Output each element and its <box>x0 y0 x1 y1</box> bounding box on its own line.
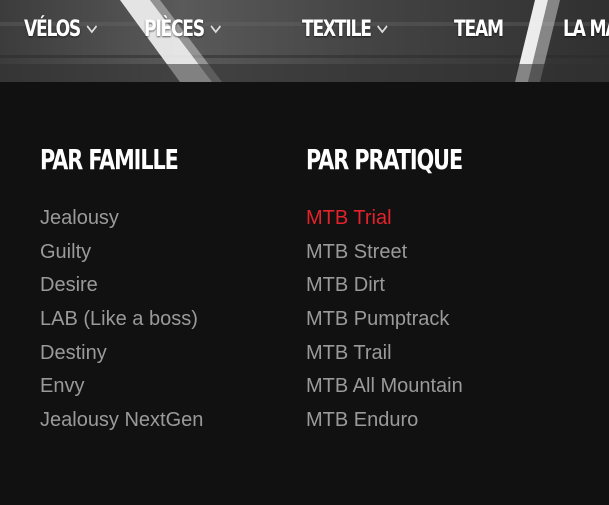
nav-item-pieces[interactable]: PIÈCES <box>144 12 221 46</box>
nav-item-team-label: TEAM <box>454 16 504 42</box>
practice-link-mtb-trial[interactable]: MTB Trial <box>306 202 517 236</box>
mega-menu-panel: PAR FAMILLE Jealousy Guilty Desire LAB (… <box>0 82 609 505</box>
family-link-jealousy[interactable]: Jealousy <box>40 202 226 236</box>
chevron-down-icon <box>210 24 221 34</box>
family-link-envy[interactable]: Envy <box>40 370 226 404</box>
family-link-guilty[interactable]: Guilty <box>40 236 226 270</box>
nav-item-pieces-label: PIÈCES <box>144 16 205 42</box>
top-navigation: VÉLOS PIÈCES TEXTILE TEAM LA MARQUE <box>0 0 609 82</box>
practice-column: PAR PRATIQUE MTB Trial MTB Street MTB Di… <box>306 140 517 438</box>
nav-item-la-marque-label: LA MARQUE <box>563 16 609 42</box>
family-link-jealousy-nextgen[interactable]: Jealousy NextGen <box>40 404 226 438</box>
chevron-down-icon <box>377 24 388 34</box>
practice-link-mtb-all-mountain[interactable]: MTB All Mountain <box>306 370 517 404</box>
nav-item-velos[interactable]: VÉLOS <box>24 12 97 46</box>
practice-link-mtb-street[interactable]: MTB Street <box>306 236 517 270</box>
nav-item-team[interactable]: TEAM <box>454 12 504 46</box>
nav-item-textile[interactable]: TEXTILE <box>302 12 388 46</box>
page: VÉLOS PIÈCES TEXTILE TEAM LA MARQUE <box>0 0 609 505</box>
practice-link-mtb-trail[interactable]: MTB Trail <box>306 337 517 371</box>
chevron-down-icon <box>86 24 97 34</box>
family-heading: PAR FAMILLE <box>40 143 179 176</box>
family-list: Jealousy Guilty Desire LAB (Like a boss)… <box>40 202 226 438</box>
practice-link-mtb-enduro[interactable]: MTB Enduro <box>306 404 517 438</box>
nav-item-textile-label: TEXTILE <box>302 16 372 42</box>
practice-link-mtb-pumptrack[interactable]: MTB Pumptrack <box>306 303 517 337</box>
practice-heading: PAR PRATIQUE <box>306 143 463 176</box>
practice-list: MTB Trial MTB Street MTB Dirt MTB Pumptr… <box>306 202 517 438</box>
family-link-desire[interactable]: Desire <box>40 269 226 303</box>
family-link-destiny[interactable]: Destiny <box>40 337 226 371</box>
family-column: PAR FAMILLE Jealousy Guilty Desire LAB (… <box>40 140 226 438</box>
family-link-lab[interactable]: LAB (Like a boss) <box>40 303 226 337</box>
nav-item-velos-label: VÉLOS <box>24 16 81 42</box>
practice-link-mtb-dirt[interactable]: MTB Dirt <box>306 269 517 303</box>
nav-item-la-marque[interactable]: LA MARQUE <box>563 12 609 46</box>
